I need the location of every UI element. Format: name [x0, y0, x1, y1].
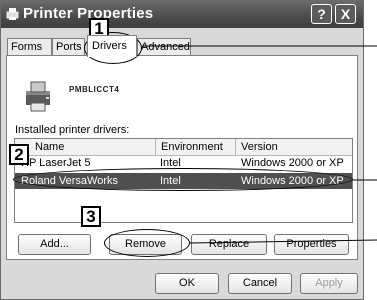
callout-step-2: 2	[9, 144, 29, 165]
callout-step-3: 3	[81, 206, 101, 227]
tab-drivers[interactable]: Drivers	[87, 35, 137, 57]
callout-leader-lines	[142, 45, 377, 244]
